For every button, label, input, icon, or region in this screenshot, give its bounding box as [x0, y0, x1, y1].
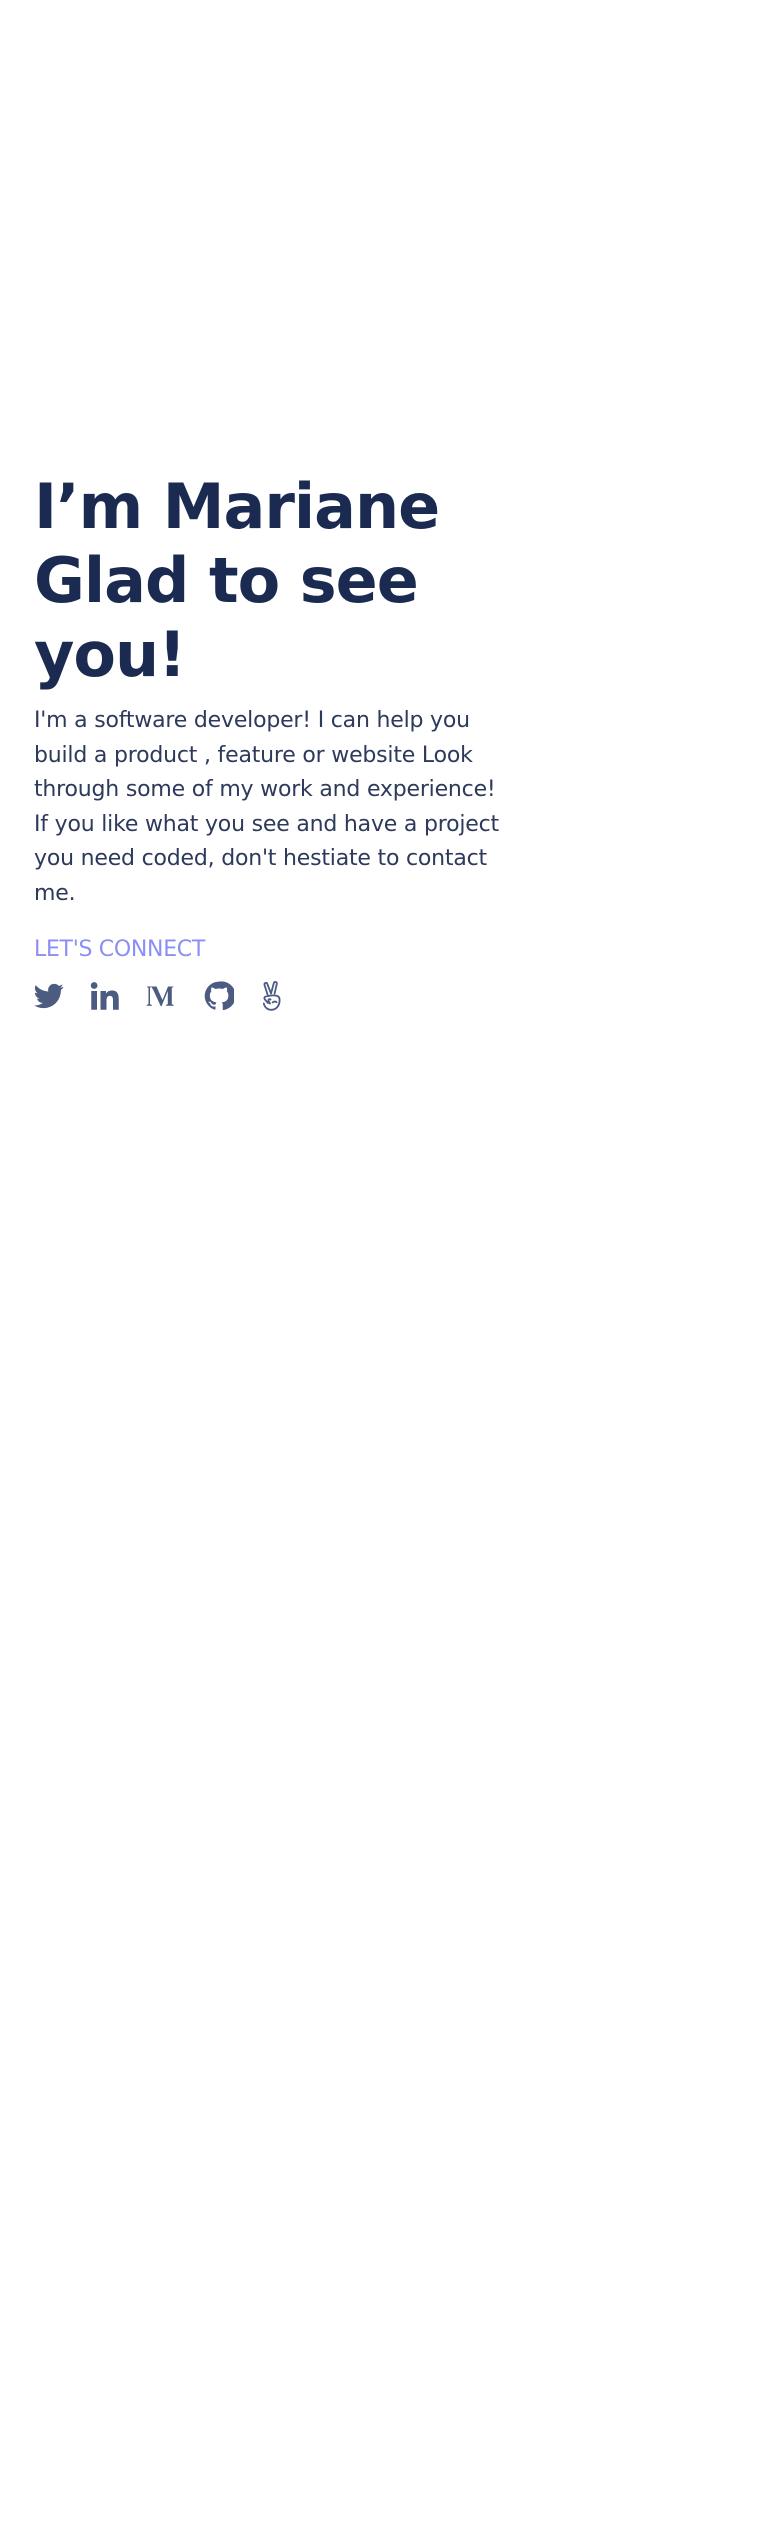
page-title: I’m Mariane Glad to see you!	[34, 470, 514, 692]
github-icon	[204, 981, 234, 1011]
angellist-link[interactable]	[260, 979, 286, 1013]
title-line-2: Glad to see	[34, 544, 419, 617]
angellist-icon	[262, 981, 281, 1011]
linkedin-link[interactable]	[90, 979, 120, 1013]
intro-paragraph: I'm a software developer! I can help you…	[34, 708, 499, 906]
title-line-1: I’m Mariane	[34, 470, 440, 543]
medium-link[interactable]	[146, 979, 178, 1013]
hero-section: I’m Mariane Glad to see you! I'm a softw…	[34, 470, 514, 1013]
medium-icon	[146, 986, 174, 1007]
lets-connect-link[interactable]: LET'S CONNECT	[34, 935, 205, 965]
title-line-3: you!	[34, 618, 186, 691]
twitter-link[interactable]	[34, 979, 64, 1013]
twitter-icon	[34, 983, 64, 1009]
social-links	[34, 979, 514, 1013]
github-link[interactable]	[204, 979, 234, 1013]
linkedin-icon	[90, 982, 119, 1010]
